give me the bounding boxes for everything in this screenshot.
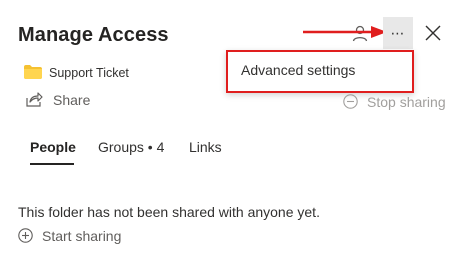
annotation-arrow [303,26,387,38]
tab-people[interactable]: People [30,139,76,155]
panel-title: Manage Access [18,24,169,46]
more-icon: ⋯ [390,24,406,41]
empty-state-message: This folder has not been shared with any… [18,204,320,220]
more-options-button[interactable]: ⋯ [383,17,413,49]
active-tab-indicator [30,163,74,165]
folder-icon [24,65,42,79]
menu-item-advanced-settings[interactable]: Advanced settings [241,62,355,78]
close-icon[interactable] [423,23,443,43]
folder-name: Support Ticket [49,66,129,80]
stop-icon [343,94,358,109]
share-icon[interactable] [26,92,43,107]
tab-links[interactable]: Links [189,139,222,155]
more-options-menu: Advanced settings [226,50,414,93]
start-sharing-button[interactable]: Start sharing [42,228,121,244]
share-button[interactable]: Share [53,92,90,108]
tab-groups[interactable]: Groups • 4 [98,139,164,155]
stop-sharing-button[interactable]: Stop sharing [367,94,446,110]
add-circle-icon[interactable] [18,228,33,243]
